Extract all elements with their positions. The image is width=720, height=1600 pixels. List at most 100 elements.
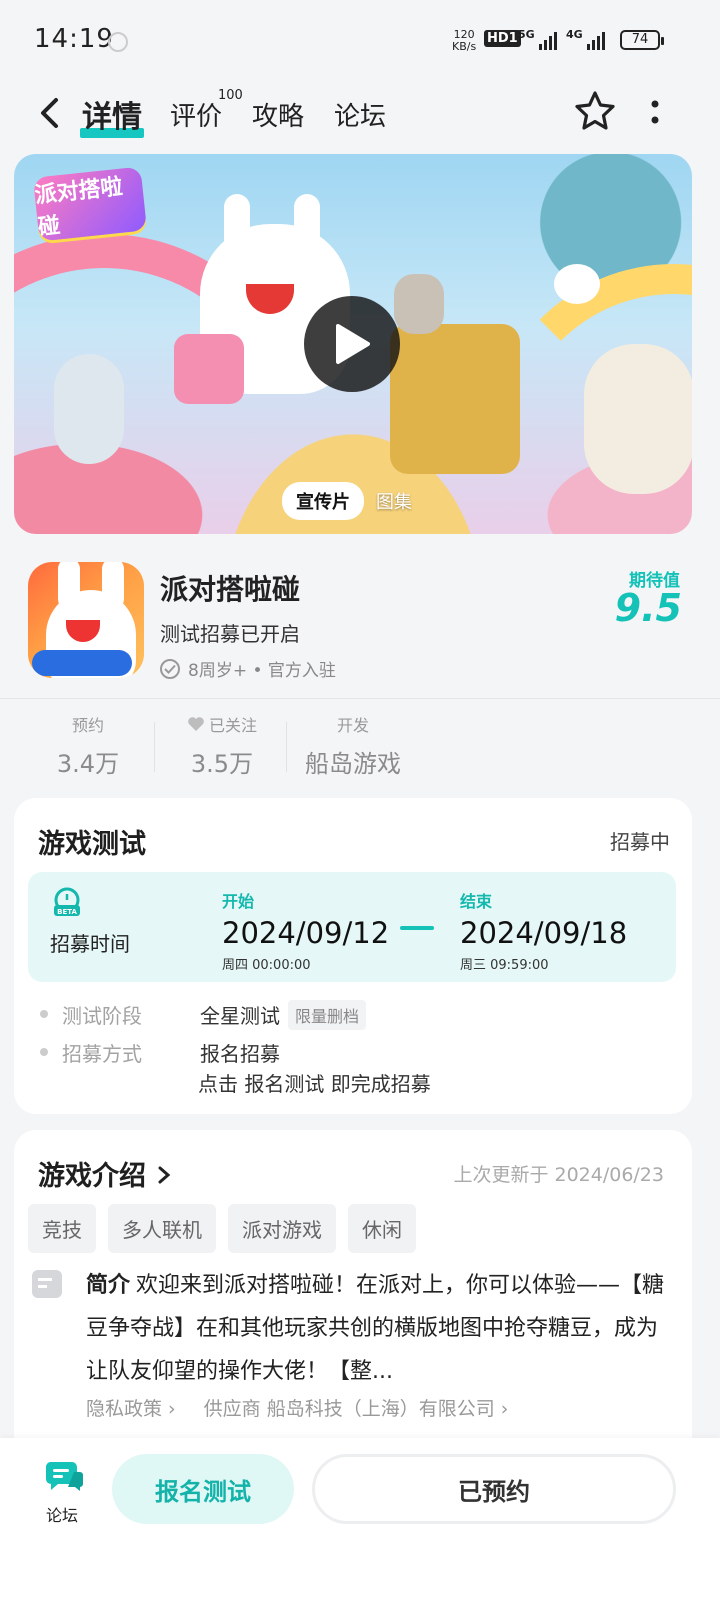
forum-label[interactable]: 论坛 xyxy=(46,1502,78,1526)
test-card-title: 游戏测试 xyxy=(38,829,146,860)
test-phase-value: 全星测试 xyxy=(200,1004,280,1028)
game-intro-card: 游戏介绍 上次更新于 2024/06/23 竞技 多人联机 派对游戏 休闲 简介… xyxy=(14,1130,692,1490)
signal-4g-label: 4G xyxy=(566,28,583,41)
verified-check-icon xyxy=(160,658,180,679)
status-bar: 14:19 120 KB/s HD1 5G 4G 74 xyxy=(0,0,720,80)
recruit-time-box: BETA 招募时间 开始 2024/09/12 周四 00:00:00 结束 2… xyxy=(28,872,676,982)
tag-party-game[interactable]: 派对游戏 xyxy=(228,1204,336,1253)
start-weekday-time: 周四 00:00:00 xyxy=(222,958,311,973)
range-arrow xyxy=(400,926,434,930)
description-icon xyxy=(32,1270,62,1298)
signup-test-button[interactable]: 报名测试 xyxy=(112,1454,294,1524)
promo-video-banner[interactable]: 派对搭啦碰 宣传片 图集 xyxy=(14,154,692,534)
recruit-status: 招募中 xyxy=(610,830,670,854)
tag-competitive[interactable]: 竞技 xyxy=(28,1204,96,1253)
recruit-method-value: 报名招募 xyxy=(200,1042,280,1066)
favorite-star-icon[interactable] xyxy=(574,90,616,132)
bunny-ear xyxy=(224,194,250,264)
chick-character xyxy=(390,324,520,474)
signal-5g-icon: 5G xyxy=(518,28,557,50)
signal-5g-label: 5G xyxy=(518,28,535,41)
game-test-card: 游戏测试 招募中 BETA 招募时间 开始 2024/09/12 周四 00:0… xyxy=(14,798,692,1114)
recruit-method-key: 招募方式 xyxy=(62,1042,142,1066)
stat-label: 已关注 xyxy=(208,716,257,735)
recruit-method-row: 招募方式 报名招募 xyxy=(40,1038,280,1067)
start-label: 开始 xyxy=(222,892,255,911)
stat-label: 开发 xyxy=(336,716,369,735)
tab-reviews[interactable]: 评价 xyxy=(170,96,222,133)
top-nav: 详情 评价 100 攻略 论坛 xyxy=(0,82,720,142)
expectation-score: 9.5 xyxy=(614,586,682,630)
start-date: 2024/09/12 xyxy=(222,916,390,950)
bottom-action-bar: 论坛 报名测试 已预约 xyxy=(0,1438,720,1600)
supplier-label: 供应商 船岛科技（上海）有限公司 xyxy=(203,1398,495,1420)
game-title: 派对搭啦碰 xyxy=(160,573,301,606)
notification-icon xyxy=(108,32,128,52)
tag-casual[interactable]: 休闲 xyxy=(348,1204,416,1253)
intro-text: 欢迎来到派对搭啦碰！在派对上，你可以体验——【糖豆争夺战】在和其他玩家共创的横版… xyxy=(86,1273,665,1384)
stat-developer[interactable]: 开发 船岛游戏 xyxy=(300,712,406,779)
recruit-method-note: 点击 报名测试 即完成招募 xyxy=(198,1072,431,1096)
tab-forum[interactable]: 论坛 xyxy=(334,96,386,133)
stat-divider xyxy=(286,722,287,772)
beta-alarm-icon: BETA xyxy=(54,887,80,916)
policy-row: 隐私政策 › 供应商 船岛科技（上海）有限公司 › xyxy=(86,1394,508,1421)
tag-multiplayer[interactable]: 多人联机 xyxy=(108,1204,216,1253)
media-tabs: 宣传片 图集 xyxy=(282,482,412,520)
stat-value: 3.5万 xyxy=(190,750,254,778)
privacy-policy-label: 隐私政策 xyxy=(86,1398,163,1420)
test-phase-chip: 限量删档 xyxy=(288,1000,367,1030)
network-speed: 120 KB/s xyxy=(452,29,476,53)
tab-trailer[interactable]: 宣传片 xyxy=(282,482,364,520)
last-updated: 上次更新于 2024/06/23 xyxy=(453,1164,664,1186)
tab-guides[interactable]: 攻略 xyxy=(252,96,304,133)
forum-chat-icon[interactable] xyxy=(44,1458,84,1494)
status-time: 14:19 xyxy=(34,24,114,54)
recruit-method-note-row: 点击 报名测试 即完成招募 xyxy=(198,1068,431,1097)
tab-gallery[interactable]: 图集 xyxy=(376,488,412,514)
recruit-time-label: 招募时间 xyxy=(50,932,130,956)
test-phase-key: 测试阶段 xyxy=(62,1004,142,1028)
test-phase-row: 测试阶段 全星测试 限量删档 xyxy=(40,1000,367,1030)
stat-reservations: 预约 3.4万 xyxy=(48,712,128,779)
chevron-right-icon xyxy=(158,1166,171,1184)
game-info: 派对搭啦碰 测试招募已开启 8周岁+ • 官方入驻 期待值 9.5 xyxy=(0,548,720,698)
stat-divider xyxy=(154,722,155,772)
bunny-glove xyxy=(174,334,244,404)
end-date: 2024/09/18 xyxy=(460,916,628,950)
hd-badge: HD1 xyxy=(484,30,521,47)
flying-character xyxy=(554,264,600,304)
play-icon xyxy=(336,324,370,364)
privacy-policy-link[interactable]: 隐私政策 › xyxy=(86,1394,176,1421)
app-icon xyxy=(28,562,144,678)
reviews-count-badge: 100 xyxy=(218,88,243,103)
stat-label: 预约 xyxy=(71,716,104,735)
heart-icon xyxy=(188,717,204,731)
tab-details[interactable]: 详情 xyxy=(80,92,144,138)
net-speed-unit: KB/s xyxy=(452,40,477,53)
tag-list: 竞技 多人联机 派对游戏 休闲 xyxy=(28,1204,416,1253)
stat-followers[interactable]: 已关注 3.5万 xyxy=(172,712,272,779)
stats-row: 预约 3.4万 已关注 3.5万 开发 船岛游戏 xyxy=(0,712,720,784)
end-time: 结束 2024/09/18 周三 09:59:00 xyxy=(460,888,627,973)
game-meta: 8周岁+ • 官方入驻 xyxy=(160,656,336,681)
intro-title-link[interactable]: 游戏介绍 xyxy=(38,1154,171,1193)
end-label: 结束 xyxy=(460,892,493,911)
intro-title: 游戏介绍 xyxy=(38,1161,146,1192)
play-video-button[interactable] xyxy=(304,296,400,392)
robot-character xyxy=(54,354,124,464)
reserved-button[interactable]: 已预约 xyxy=(312,1454,676,1524)
divider xyxy=(0,698,720,699)
svg-text:BETA: BETA xyxy=(57,908,77,916)
more-options-icon[interactable] xyxy=(648,98,662,128)
back-arrow-icon[interactable] xyxy=(36,96,66,130)
end-weekday-time: 周三 09:59:00 xyxy=(460,958,549,973)
stat-value: 船岛游戏 xyxy=(305,750,401,778)
battery-icon: 74 xyxy=(620,30,664,50)
intro-label: 简介 xyxy=(86,1273,131,1298)
supplier-link[interactable]: 供应商 船岛科技（上海）有限公司 › xyxy=(204,1394,509,1421)
sheep-character xyxy=(584,344,692,494)
signal-4g-icon: 4G xyxy=(566,28,605,50)
intro-description[interactable]: 简介 欢迎来到派对搭啦碰！在派对上，你可以体验——【糖豆争夺战】在和其他玩家共创的… xyxy=(86,1264,666,1393)
game-subtitle: 测试招募已开启 xyxy=(160,622,300,646)
